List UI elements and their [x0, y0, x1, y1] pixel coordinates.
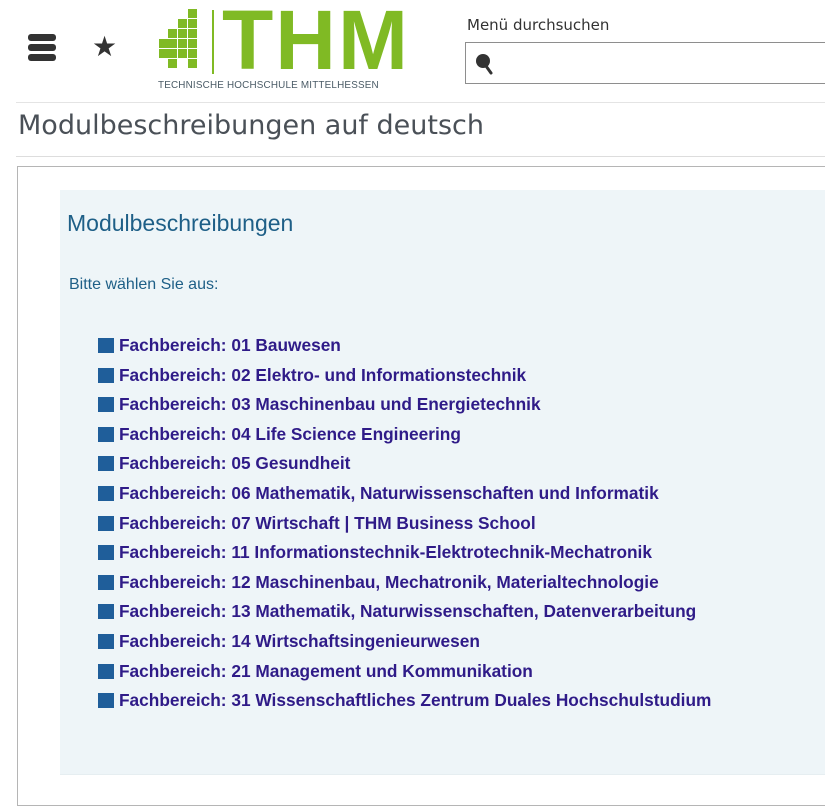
square-bullet-icon: [98, 338, 114, 353]
menu-bar: [28, 54, 56, 61]
page-title: Modulbeschreibungen auf deutsch: [18, 110, 484, 141]
department-link-03[interactable]: Fachbereich: 03 Maschinenbau und Energie…: [119, 395, 541, 414]
department-link-14[interactable]: Fachbereich: 14 Wirtschaftsingenieurwese…: [119, 631, 480, 651]
square-bullet-icon: [98, 456, 114, 472]
list-item: Fachbereich: 05 Gesundheit: [98, 454, 711, 484]
module-heading: Modulbeschreibungen: [67, 210, 294, 236]
department-list: Fachbereich: 01 Bauwesen Fachbereich: 02…: [98, 336, 711, 721]
department-link-05[interactable]: Fachbereich: 05 Gesundheit: [119, 454, 350, 473]
search-box[interactable]: [465, 42, 825, 85]
list-item: Fachbereich: 21 Management und Kommunika…: [98, 661, 711, 692]
logo-divider: [212, 10, 214, 74]
department-link-04[interactable]: Fachbereich: 04 Life Science Engineering: [119, 424, 461, 444]
list-item: Fachbereich: 13 Mathematik, Naturwissens…: [98, 602, 711, 632]
list-item: Fachbereich: 31 Wissenschaftliches Zentr…: [98, 691, 711, 721]
square-bullet-icon: [98, 397, 114, 413]
square-bullet-icon: [98, 574, 114, 590]
list-item: Fachbereich: 03 Maschinenbau und Energie…: [98, 395, 711, 425]
logo-wordmark: THM: [222, 0, 410, 87]
department-link-06[interactable]: Fachbereich: 06 Mathematik, Naturwissens…: [119, 483, 659, 503]
square-bullet-icon: [98, 485, 114, 501]
hamburger-menu-icon[interactable]: [28, 34, 56, 62]
logo-subtitle: TECHNISCHE HOCHSCHULE MITTELHESSEN: [158, 79, 379, 91]
list-item: Fachbereich: 07 Wirtschaft | THM Busines…: [98, 513, 711, 544]
search-label: Menü durchsuchen: [467, 16, 610, 34]
search-icon: [476, 54, 493, 75]
department-link-12[interactable]: Fachbereich: 12 Maschinenbau, Mechatroni…: [119, 572, 659, 592]
department-link-21[interactable]: Fachbereich: 21 Management und Kommunika…: [119, 661, 533, 681]
list-item: Fachbereich: 11 Informationstechnik-Elek…: [98, 543, 711, 573]
square-bullet-icon: [98, 663, 114, 679]
square-bullet-icon: [98, 633, 114, 649]
menu-bar: [28, 34, 56, 41]
square-bullet-icon: [98, 426, 114, 442]
department-link-13[interactable]: Fachbereich: 13 Mathematik, Naturwissens…: [119, 602, 696, 621]
star-icon[interactable]: ★: [92, 30, 117, 64]
logo-dots-icon: [159, 9, 197, 68]
search-input[interactable]: [500, 43, 825, 85]
square-bullet-icon: [98, 515, 114, 531]
square-bullet-icon: [98, 693, 114, 709]
square-bullet-icon: [98, 367, 114, 383]
list-item: Fachbereich: 01 Bauwesen: [98, 336, 711, 366]
list-item: Fachbereich: 02 Elektro- und Information…: [98, 365, 711, 396]
panel-footer: [60, 774, 825, 799]
department-link-07[interactable]: Fachbereich: 07 Wirtschaft | THM Busines…: [119, 513, 536, 533]
thm-logo[interactable]: THM TECHNISCHE HOCHSCHULE MITTELHESSEN: [156, 0, 416, 96]
department-link-01[interactable]: Fachbereich: 01 Bauwesen: [119, 336, 341, 355]
list-item: Fachbereich: 14 Wirtschaftsingenieurwese…: [98, 631, 711, 662]
list-item: Fachbereich: 04 Life Science Engineering: [98, 424, 711, 455]
header-divider: [16, 102, 825, 103]
list-item: Fachbereich: 06 Mathematik, Naturwissens…: [98, 483, 711, 514]
menu-bar: [28, 44, 56, 51]
site-header: ★ THM TECHNISCHE HOCHSCHULE MITTELHESSEN…: [0, 0, 825, 100]
department-link-31[interactable]: Fachbereich: 31 Wissenschaftliches Zentr…: [119, 691, 711, 710]
list-item: Fachbereich: 12 Maschinenbau, Mechatroni…: [98, 572, 711, 603]
department-link-02[interactable]: Fachbereich: 02 Elektro- und Information…: [119, 365, 526, 385]
department-link-11[interactable]: Fachbereich: 11 Informationstechnik-Elek…: [119, 543, 652, 562]
title-divider: [16, 156, 825, 157]
square-bullet-icon: [98, 545, 114, 561]
square-bullet-icon: [98, 604, 114, 620]
selection-prompt: Bitte wählen Sie aus:: [69, 276, 219, 293]
